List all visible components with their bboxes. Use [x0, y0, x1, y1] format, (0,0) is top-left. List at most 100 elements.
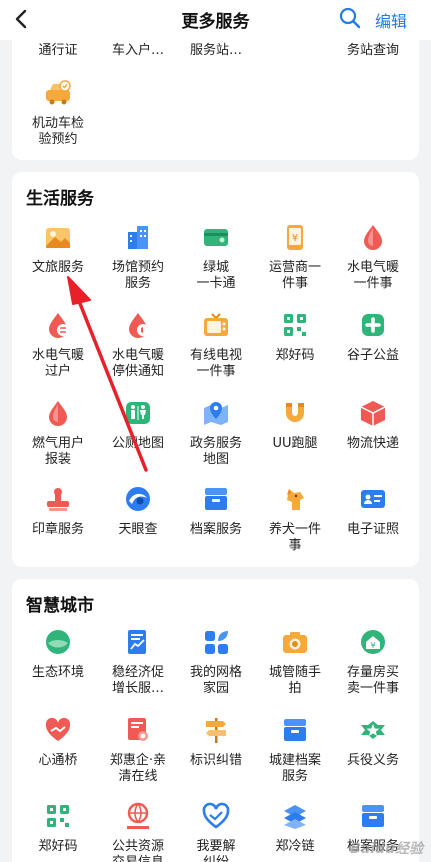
cold-chain-icon	[284, 805, 306, 829]
card-wallet-icon	[204, 229, 228, 246]
service-label: 印章服务	[31, 522, 84, 537]
drop-notice-icon	[129, 313, 149, 338]
service-item[interactable]: 通行证	[18, 43, 98, 59]
heart-hands-icon	[202, 802, 230, 829]
service-item[interactable]: ¥ 运营商一 件事	[255, 222, 335, 292]
section-title-city: 智慧城市	[26, 596, 94, 616]
service-item[interactable]: 谷子公益	[333, 310, 413, 364]
drop-transfer-icon	[49, 313, 69, 338]
service-item[interactable]: 郑好码	[18, 801, 98, 855]
service-item[interactable]: 水电气暖 停供通知	[98, 310, 178, 380]
service-item[interactable]: 稳经济促 增长服…	[98, 627, 178, 697]
service-label: 郑惠企·亲 清在线	[109, 753, 167, 784]
service-item[interactable]: 水电气暖 过户	[18, 310, 98, 380]
package-icon	[360, 401, 386, 426]
camera-icon	[283, 632, 307, 653]
service-item[interactable]: 电子证照	[333, 484, 413, 538]
service-label: 运营商一 件事	[268, 260, 321, 291]
service-item[interactable]: ¥ 存量房买 卖一件事	[333, 627, 413, 697]
phone-yen-icon: ¥	[287, 225, 303, 250]
military-star-icon	[361, 721, 385, 739]
search-icon[interactable]	[338, 6, 362, 30]
service-label: 绿城 一卡通	[196, 260, 236, 291]
car-inspection-icon	[46, 80, 71, 105]
service-item[interactable]: 郑好码	[255, 310, 335, 364]
service-item[interactable]: 我的网格 家园	[176, 627, 256, 697]
service-item[interactable]: 档案服务	[176, 484, 256, 538]
service-item[interactable]: 养犬一件 事	[255, 484, 335, 554]
service-item[interactable]: 生态环境	[18, 627, 98, 681]
service-label: 养犬一件 事	[268, 522, 321, 553]
service-item[interactable]: 天眼查	[98, 484, 178, 538]
heart-bridge-icon	[45, 717, 71, 741]
svg-text:¥: ¥	[292, 233, 298, 244]
gas-drop-icon	[49, 401, 67, 426]
service-label: UU跑腿	[272, 436, 318, 451]
service-item[interactable]: 机动车检 验预约	[18, 78, 98, 148]
service-item[interactable]: 政务服务 地图	[176, 398, 256, 468]
document-chart-icon	[128, 630, 146, 654]
service-label: 文旅服务	[31, 260, 84, 275]
service-label: 郑好码	[38, 839, 78, 854]
service-label: 标识纠错	[189, 753, 242, 768]
service-item[interactable]: 公厕地图	[98, 398, 178, 452]
grid-leaf-icon	[205, 631, 228, 654]
service-label: 水电气暖 过户	[31, 348, 84, 379]
service-label: 公厕地图	[111, 436, 164, 451]
certificate-icon	[128, 718, 148, 741]
archive-box-icon	[205, 488, 227, 510]
watermark: Baidu经验	[350, 841, 423, 857]
service-item[interactable]: 城管随手 拍	[255, 627, 335, 697]
service-label: 车入户…	[111, 43, 164, 58]
service-item[interactable]: 文旅服务	[18, 222, 98, 276]
service-item[interactable]: 燃气用户 报装	[18, 398, 98, 468]
service-label: 物流快递	[346, 436, 399, 451]
service-item[interactable]: 水电气暖 一件事	[333, 222, 413, 292]
service-label: 水电气暖 停供通知	[111, 348, 164, 379]
service-label: 我的网格 家园	[189, 665, 242, 696]
service-label: 燃气用户 报装	[31, 436, 84, 467]
service-item[interactable]: 务站查询	[333, 43, 413, 59]
magnet-icon	[286, 403, 304, 422]
svg-text:¥: ¥	[370, 641, 375, 650]
archive-box-icon	[362, 805, 384, 827]
service-item[interactable]: 城建档案 服务	[255, 715, 335, 785]
service-label: 谷子公益	[346, 348, 399, 363]
toilet-icon	[126, 402, 150, 424]
charity-plus-icon	[362, 314, 384, 336]
service-label: 郑冷链	[275, 839, 315, 854]
service-item[interactable]: 车入户…	[98, 43, 178, 59]
transport-services-card: 通行证 车入户… 服务站… 务站查询 机动车检 验预约	[12, 40, 419, 160]
service-label: 我要解 纠纷	[196, 839, 236, 862]
service-item[interactable]: 标识纠错	[176, 715, 256, 769]
service-label: 生态环境	[31, 665, 84, 680]
service-item[interactable]: 郑冷链	[255, 801, 335, 855]
service-item[interactable]: 绿城 一卡通	[176, 222, 256, 292]
service-label: 务站查询	[346, 43, 399, 58]
service-item[interactable]: 郑惠企·亲 清在线	[98, 715, 178, 785]
service-item[interactable]: 印章服务	[18, 484, 98, 538]
service-item[interactable]: 有线电视 一件事	[176, 310, 256, 380]
service-label: 机动车检 验预约	[31, 116, 84, 147]
globe-hand-icon	[127, 802, 149, 829]
water-drop-icon	[364, 225, 382, 250]
service-item[interactable]: 物流快递	[333, 398, 413, 452]
map-pin-icon	[204, 402, 228, 425]
service-label: 城建档案 服务	[268, 753, 321, 784]
service-item[interactable]: 我要解 纠纷	[176, 801, 256, 862]
service-item[interactable]: 服务站…	[176, 43, 256, 59]
service-label: 存量房买 卖一件事	[346, 665, 399, 696]
life-services-card: 生活服务 文旅服务 场馆预约 服务 绿城 一卡通 ¥ 运营商一 件事 水电气暖 …	[12, 172, 419, 567]
service-label: 水电气暖 一件事	[346, 260, 399, 291]
edit-button[interactable]: 编辑	[375, 8, 407, 32]
service-label: 政务服务 地图	[189, 436, 242, 467]
service-label: 公共资源 交易信息	[111, 839, 164, 862]
service-item[interactable]: UU跑腿	[255, 398, 335, 452]
id-card-icon	[361, 490, 385, 508]
service-label: 档案服务	[189, 522, 242, 537]
archive-tray-icon	[284, 719, 306, 741]
service-item[interactable]: 心通桥	[18, 715, 98, 769]
service-item[interactable]: 场馆预约 服务	[98, 222, 178, 292]
service-item[interactable]: 公共资源 交易信息	[98, 801, 178, 862]
service-item[interactable]: 兵役义务	[333, 715, 413, 769]
